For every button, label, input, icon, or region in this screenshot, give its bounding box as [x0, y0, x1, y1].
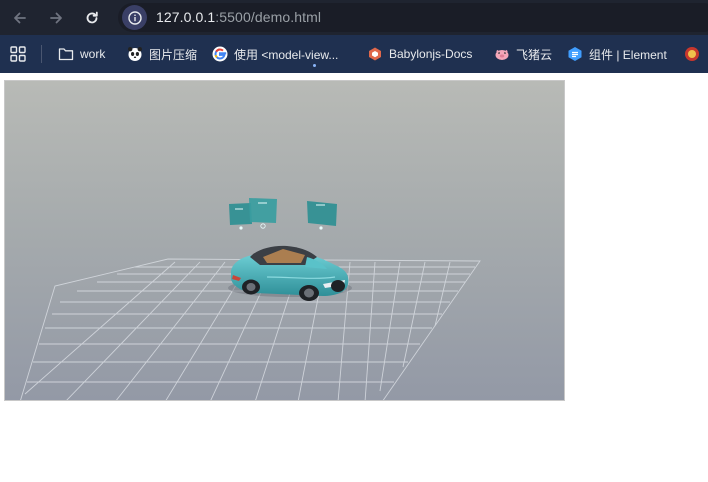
- bookmark-label: 组件 | Element: [589, 47, 667, 62]
- element-icon: [567, 46, 583, 62]
- panda-icon: [127, 46, 143, 62]
- babylon-icon: [367, 46, 383, 62]
- bookmark-element[interactable]: 组件 | Element: [567, 45, 667, 63]
- bookmark-label: Babylonjs-Docs: [389, 47, 473, 61]
- badge-bookmark-icon[interactable]: [684, 46, 700, 62]
- bookmark-label: work: [80, 47, 106, 61]
- arrow-left-icon: [14, 12, 26, 24]
- url-text[interactable]: 127.0.0.1:5500/demo.html: [156, 9, 321, 25]
- reload-icon: [86, 11, 98, 24]
- forward-button[interactable]: [45, 7, 67, 29]
- back-button[interactable]: [9, 7, 31, 29]
- google-icon: [212, 46, 228, 62]
- site-info-button[interactable]: [122, 5, 147, 30]
- url-host: 127.0.0.1: [156, 9, 216, 25]
- bookmark-work[interactable]: work: [58, 45, 105, 63]
- bookmark-label: 使用 <model-view...: [234, 47, 339, 62]
- bookmarks-divider: [41, 45, 42, 63]
- hotspot-panel-right[interactable]: [307, 201, 337, 230]
- bookmark-label: 飞猪云: [516, 47, 553, 62]
- info-icon: [127, 10, 142, 25]
- bookmark-model-viewer[interactable]: 使用 <model-view...: [212, 45, 338, 63]
- hotspot-panel-center[interactable]: [249, 198, 277, 229]
- folder-icon: [58, 46, 74, 62]
- hotspot-panel-left[interactable]: [229, 203, 252, 230]
- arrow-right-icon: [50, 12, 62, 24]
- bookmarks-bar: work 图片压缩 使用 <model-view... Babylonjs-Do…: [0, 35, 708, 73]
- apps-grid-icon[interactable]: [10, 46, 26, 62]
- pig-icon: [494, 46, 510, 62]
- reload-button[interactable]: [81, 7, 103, 29]
- bookmark-image-compress[interactable]: 图片压缩: [127, 45, 197, 63]
- url-path: :5500/demo.html: [215, 9, 322, 25]
- scene-svg: [20, 198, 481, 400]
- bookmark-indicator-dot: [313, 64, 316, 67]
- model-viewer-canvas[interactable]: [4, 80, 565, 401]
- bookmark-babylonjs-docs[interactable]: Babylonjs-Docs: [367, 45, 472, 63]
- car-model[interactable]: [228, 245, 352, 301]
- bookmark-label: 图片压缩: [149, 47, 198, 62]
- bookmark-feizhu-cloud[interactable]: 飞猪云: [494, 45, 552, 63]
- browser-toolbar: 127.0.0.1:5500/demo.html: [0, 0, 708, 35]
